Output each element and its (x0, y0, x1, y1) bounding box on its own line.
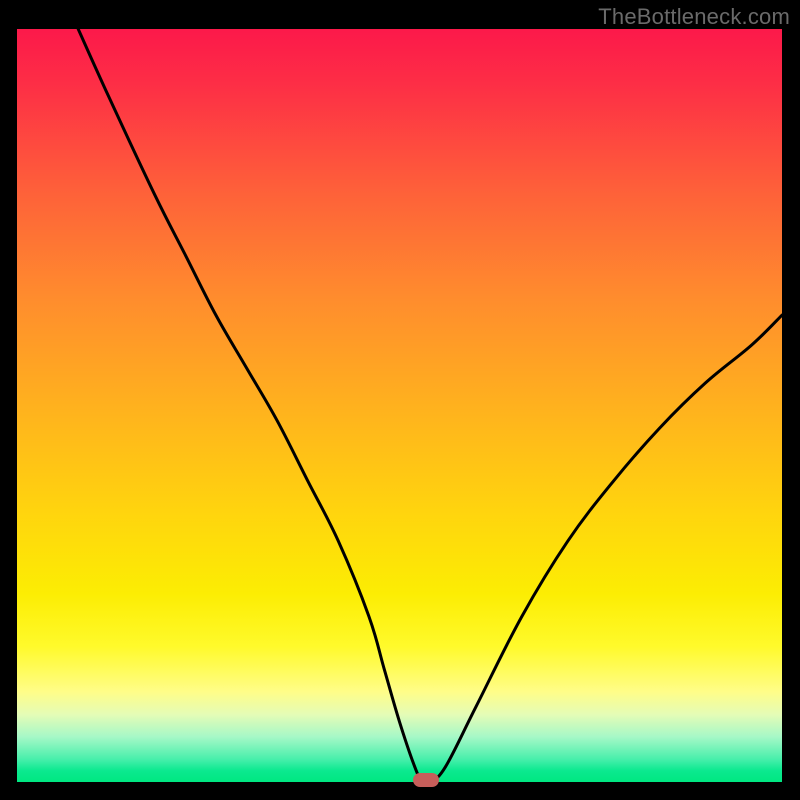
plot-area (17, 29, 782, 782)
plot-outer (17, 29, 782, 782)
chart-frame: TheBottleneck.com (0, 0, 800, 800)
bottleneck-curve (17, 29, 782, 782)
watermark-text: TheBottleneck.com (598, 4, 790, 30)
bottleneck-marker (413, 773, 439, 787)
